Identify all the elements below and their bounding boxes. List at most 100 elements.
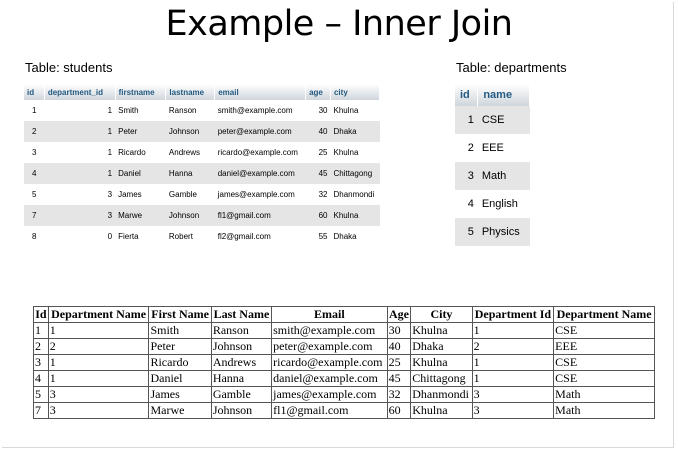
students-cell: Fierta	[115, 226, 166, 247]
departments-cell: 3	[455, 162, 478, 190]
result-column-header: Department Id	[471, 306, 555, 323]
students-col-city[interactable]: city	[330, 84, 381, 100]
students-cell: Hanna	[165, 163, 215, 184]
students-row: 1 1 Smith Ranson smith@example.com 30 Khulna	[24, 100, 380, 121]
students-cell: 45	[305, 163, 331, 184]
students-cell: 1	[44, 100, 116, 121]
result-column-header: Department Name	[553, 306, 655, 323]
students-cell: 3	[24, 142, 45, 163]
students-cell: smith@example.com	[214, 100, 306, 121]
result-cell: Math	[553, 386, 655, 403]
result-cell: 2	[471, 338, 555, 355]
result-cell: Hanna	[210, 370, 273, 387]
departments-table-label: Table: departments	[456, 60, 567, 75]
inner-join-result-table: Id Department Name First Name Last Name Emai…	[33, 306, 655, 419]
departments-cell: EEE	[477, 134, 530, 162]
result-cell: Math	[553, 402, 655, 419]
result-cell: smith@example.com	[271, 322, 388, 339]
result-column-header: Age	[386, 306, 412, 323]
result-cell: CSE	[553, 354, 655, 371]
result-cell: 4	[33, 370, 49, 387]
students-cell: ricardo@example.com	[214, 142, 306, 163]
students-col-age[interactable]: age	[305, 84, 331, 100]
result-cell: 40	[386, 338, 412, 355]
students-cell: 7	[24, 205, 45, 226]
students-cell: 32	[305, 184, 331, 205]
departments-cell: Physics	[477, 218, 530, 246]
students-cell: 5	[24, 184, 45, 205]
students-cell: 25	[305, 142, 331, 163]
result-row: 2 2 Peter Johnson peter@example.com 40 Dhaka 2 E…	[33, 338, 655, 355]
departments-cell: 5	[455, 218, 478, 246]
result-cell: Gamble	[210, 386, 273, 403]
result-column-header: Email	[271, 306, 388, 323]
departments-cell: 4	[455, 190, 478, 218]
result-row: 7 3 Marwe Johnson fl1@gmail.com 60 Khulna 3 Math	[33, 402, 655, 419]
students-cell: James	[115, 184, 166, 205]
result-cell: 1	[47, 322, 150, 339]
students-cell: 60	[305, 205, 331, 226]
result-cell: Peter	[148, 338, 212, 355]
departments-row: 5 Physics	[455, 218, 530, 246]
students-col-department-id[interactable]: department_id	[44, 84, 116, 100]
result-cell: ricardo@example.com	[271, 354, 388, 371]
departments-col-id[interactable]: id	[455, 84, 479, 106]
result-column-header: Department Name	[47, 306, 150, 323]
result-cell: 1	[471, 322, 555, 339]
students-row: 7 3 Marwe Johnson fl1@gmail.com 60 Khulna	[24, 205, 380, 226]
students-cell: Smith	[115, 100, 166, 121]
result-cell: Chittagong	[410, 370, 473, 387]
students-cell: 4	[24, 163, 45, 184]
students-header-row: id department_id firstname lastname emai…	[24, 84, 381, 100]
departments-table: id name 1 CSE 2 EEE 3 Math 4 English 5 Physics	[455, 84, 530, 246]
students-col-firstname[interactable]: firstname	[115, 84, 167, 100]
students-col-id[interactable]: id	[24, 84, 45, 100]
result-cell: 1	[471, 354, 555, 371]
result-cell: 3	[47, 402, 150, 419]
result-cell: Dhaka	[410, 338, 473, 355]
departments-row: 4 English	[455, 190, 530, 218]
result-cell: Khulna	[410, 402, 473, 419]
students-col-lastname[interactable]: lastname	[165, 84, 216, 100]
students-cell: 1	[44, 121, 116, 142]
students-cell: fl1@gmail.com	[214, 205, 306, 226]
students-cell: 0	[44, 226, 116, 247]
result-cell: Daniel	[148, 370, 212, 387]
students-cell: Gamble	[165, 184, 215, 205]
result-cell: Ranson	[210, 322, 273, 339]
students-cell: peter@example.com	[214, 121, 306, 142]
result-cell: Johnson	[210, 338, 273, 355]
students-cell: Khulna	[330, 100, 380, 121]
students-cell: 40	[305, 121, 331, 142]
departments-cell: 2	[455, 134, 478, 162]
students-cell: fl2@gmail.com	[214, 226, 306, 247]
result-cell: 3	[47, 386, 150, 403]
students-row: 5 3 James Gamble james@example.com 32 Dhanmond…	[24, 184, 380, 205]
result-cell: James	[148, 386, 212, 403]
result-cell: Marwe	[148, 402, 212, 419]
result-header-row: Id Department Name First Name Last Name Emai…	[33, 306, 655, 323]
result-cell: 60	[386, 402, 412, 419]
departments-header-row: id name	[455, 84, 530, 106]
result-cell: fl1@gmail.com	[271, 402, 388, 419]
students-cell: 55	[305, 226, 331, 247]
slide-title: Example – Inner Join	[165, 4, 513, 44]
students-row: 4 1 Daniel Hanna daniel@example.com 45 Chittag…	[24, 163, 380, 184]
students-cell: Daniel	[115, 163, 166, 184]
result-cell: 3	[471, 386, 555, 403]
departments-row: 2 EEE	[455, 134, 530, 162]
departments-cell: 1	[455, 106, 478, 134]
students-cell: Dhanmondi	[330, 184, 380, 205]
students-cell: james@example.com	[214, 184, 306, 205]
result-cell: Andrews	[210, 354, 273, 371]
students-col-email[interactable]: email	[214, 84, 307, 100]
result-cell: 2	[47, 338, 150, 355]
students-row: 2 1 Peter Johnson peter@example.com 40 Dhaka	[24, 121, 380, 142]
departments-col-name[interactable]: name	[477, 84, 530, 106]
students-cell: 8	[24, 226, 45, 247]
result-cell: james@example.com	[271, 386, 388, 403]
students-cell: 30	[305, 100, 331, 121]
students-cell: Chittagong	[330, 163, 380, 184]
students-cell: Marwe	[115, 205, 166, 226]
result-column-header: First Name	[148, 306, 212, 323]
